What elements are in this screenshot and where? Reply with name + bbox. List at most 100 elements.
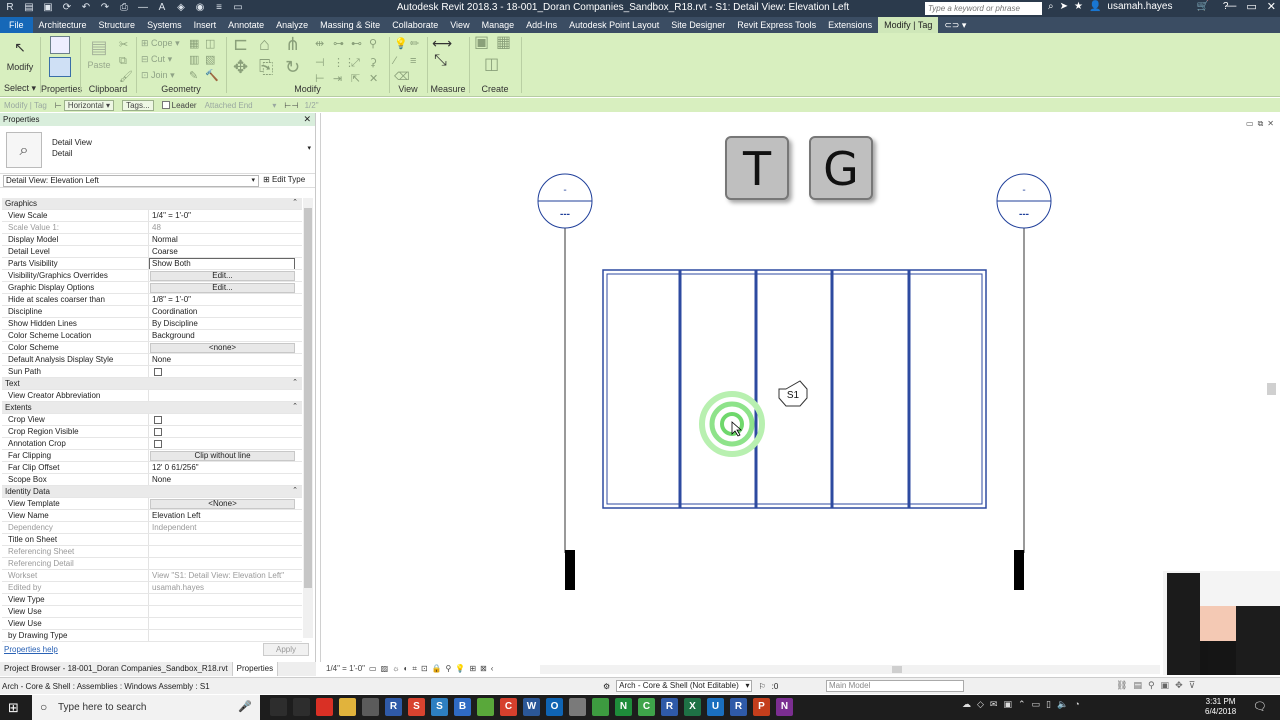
tags-button[interactable]: Tags... [118,99,158,111]
create-assembly-icon[interactable]: ▣ [474,35,489,51]
property-value[interactable]: 12' 0 61/256" [148,462,302,473]
copy-icon[interactable]: ⎘ [259,58,273,76]
tab-view[interactable]: View [444,17,475,33]
mirror-draw-icon[interactable]: ⇹ [315,38,324,50]
property-value[interactable]: Coordination [148,306,302,317]
property-checkbox[interactable] [154,368,162,376]
property-value[interactable]: <none> [148,342,302,353]
select-by-face-icon[interactable]: ▣ [1161,680,1170,691]
section-graphics[interactable]: Graphics ⌃ [2,198,302,210]
paste-button[interactable]: ▤ Paste [87,37,111,70]
ribbon-options-icon[interactable]: ⊂⊃ ▾ [938,17,972,33]
drag-elements-icon[interactable]: ✥ [1175,680,1183,691]
taskbar-app-icon[interactable] [339,698,356,716]
editable-only-icon[interactable]: ⚐ [758,682,765,691]
taskbar-app-icon[interactable] [270,698,287,716]
close-icon[interactable]: ✕ [1267,0,1276,13]
active-workset-select[interactable]: Arch - Core & Shell (Not Editable) ▾ [616,680,753,692]
property-button[interactable]: <None> [150,499,295,509]
tab-site-designer[interactable]: Site Designer [665,17,731,33]
property-checkbox[interactable] [154,440,162,448]
paint-icon[interactable]: ▥ [189,54,199,66]
shadows-icon[interactable]: ◐ [403,664,408,674]
property-value[interactable]: 1/8" = 1'-0" [148,294,302,305]
show-crop-icon[interactable]: ⊡ [421,664,428,674]
taskbar-app-icon[interactable]: B [454,698,471,716]
taskbar-app-icon[interactable] [592,698,609,716]
property-checkbox[interactable] [154,428,162,436]
select-links-icon[interactable]: ⛓ [1116,680,1127,691]
override-icon[interactable]: ✏ [410,38,419,50]
property-value[interactable] [148,414,302,425]
taskbar-app-icon[interactable]: R [661,698,678,716]
taskbar-app-icon[interactable] [316,698,333,716]
clock[interactable]: 3:31 PM 6/4/2018 [1205,697,1236,717]
property-value[interactable]: Coarse [148,246,302,257]
section-identity-data[interactable]: Identity Data ⌃ [2,486,302,498]
taskbar-app-icon[interactable]: R [385,698,402,716]
mirror-axis-icon[interactable]: ⋔ [285,35,300,53]
measure-distance-icon[interactable]: ⟷ [432,36,452,50]
linework-icon[interactable]: ⁄ [394,55,396,67]
reveal-hidden-icon[interactable]: 💡 [455,664,465,674]
select-dropdown[interactable]: Select ▾ [0,83,40,94]
chevron-down-icon[interactable]: ▾ [307,144,311,152]
taskbar-app-icon[interactable]: O [546,698,563,716]
collapse-section-icon[interactable]: ⌃ [292,378,298,389]
highlight-icon[interactable]: ⊠ [480,664,487,674]
taskbar-app-icon[interactable]: N [776,698,793,716]
tab-express-tools[interactable]: Revit Express Tools [731,17,822,33]
view-scale[interactable]: 1/4" = 1'-0" [326,664,365,674]
property-value[interactable] [148,630,302,641]
property-button[interactable]: Clip without line [150,451,295,461]
join-button[interactable]: ⊡ Join ▾ [141,70,175,81]
close-icon[interactable]: ✕ [303,113,311,126]
hammer-icon[interactable]: 🔨 [205,70,219,82]
property-value[interactable] [148,426,302,437]
canvas-horizontal-scrollbar[interactable] [540,665,1160,674]
user-icon[interactable]: 👤 [1089,1,1101,12]
tab-properties[interactable]: Properties [232,662,279,676]
maximize-icon[interactable]: ▭ [1246,0,1256,13]
taskbar-app-icon[interactable] [362,698,379,716]
tab-analyze[interactable]: Analyze [270,17,314,33]
dropbox-icon[interactable]: ◇ [977,699,984,710]
move-icon[interactable]: ✥ [233,58,248,76]
sun-path-icon[interactable]: ☼ [392,664,399,674]
collapse-section-icon[interactable]: ⌃ [292,198,298,209]
outlook-tray-icon[interactable]: ✉ [990,699,998,710]
property-value[interactable] [148,438,302,449]
tab-file[interactable]: File [0,17,33,33]
split-face-icon[interactable]: ◫ [205,38,215,50]
taskbar-app-icon[interactable] [569,698,586,716]
taskbar-search[interactable]: ○ Type here to search 🎤 [32,695,260,720]
property-value[interactable] [148,594,302,605]
section-text[interactable]: Text ⌃ [2,378,302,390]
taskbar-app-icon[interactable] [293,698,310,716]
taskbar-app-icon[interactable]: C [500,698,517,716]
tab-add-ins[interactable]: Add-Ins [520,17,563,33]
collapse-section-icon[interactable]: ⌃ [292,486,298,497]
leader-checkbox-box[interactable] [161,101,170,109]
filter-icon[interactable]: ⊽ [1189,680,1196,691]
property-value[interactable]: Show Both [148,258,302,269]
tab-annotate[interactable]: Annotate [222,17,270,33]
taskbar-app-icon[interactable]: S [408,698,425,716]
taskbar-app-icon[interactable] [477,698,494,716]
help-search-input[interactable] [925,2,1042,15]
subscription-icon[interactable]: ➤ [1060,1,1068,12]
remove-paint-icon[interactable]: ▧ [205,54,215,66]
drawing-canvas[interactable]: ▭ ⧉ ✕ - --- - --- S1 T G [320,113,1280,662]
leader-length[interactable]: ⊢⊣ 1/2" [280,101,322,110]
network-icon[interactable]: ▭ [1032,699,1041,710]
analysis-icon[interactable]: ⊞ [469,664,476,674]
cart-icon[interactable]: 🛒 [1196,1,1208,12]
property-value[interactable] [148,534,302,545]
properties-help-link[interactable]: Properties help [4,645,58,654]
create-parts-icon[interactable]: ▦ [496,35,511,51]
section-extents[interactable]: Extents ⌃ [2,402,302,414]
chevron-up-icon[interactable]: ⌃ [1018,699,1026,710]
tab-structure[interactable]: Structure [93,17,142,33]
property-value[interactable]: <None> [148,498,302,509]
taskbar-app-icon[interactable]: W [523,698,540,716]
